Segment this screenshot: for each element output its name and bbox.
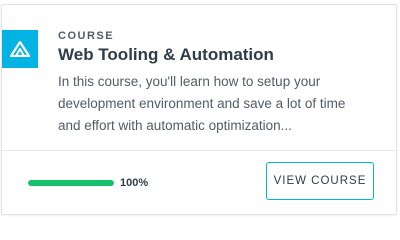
- course-eyebrow: COURSE: [58, 30, 115, 42]
- card-divider: [2, 150, 396, 151]
- course-card: COURSE Web Tooling & Automation In this …: [1, 4, 397, 215]
- course-badge: [2, 30, 38, 68]
- view-course-button[interactable]: VIEW COURSE: [266, 162, 374, 200]
- progress-label: 100%: [120, 177, 149, 189]
- course-description: In this course, you'll learn how to setu…: [58, 74, 346, 133]
- progress-bar: [28, 180, 114, 186]
- udacity-logo-icon: [9, 41, 31, 57]
- progress-bar-fill: [28, 180, 114, 186]
- course-title: Web Tooling & Automation: [58, 45, 274, 64]
